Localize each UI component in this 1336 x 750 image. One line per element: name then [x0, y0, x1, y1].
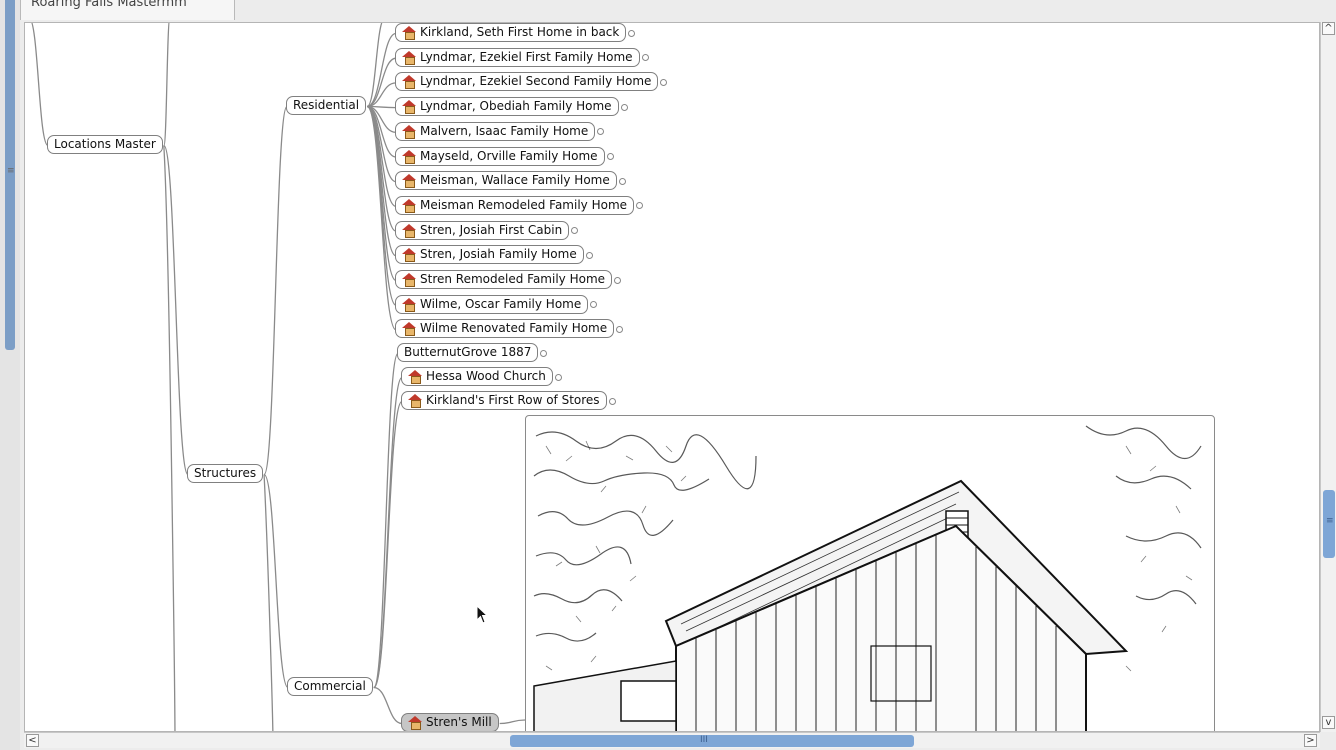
fold-circle-icon[interactable] — [628, 29, 636, 37]
fold-circle-icon[interactable] — [554, 373, 562, 381]
vertical-scroll-thumb[interactable]: ≡ — [1323, 490, 1335, 558]
fold-circle-icon[interactable] — [618, 177, 626, 185]
node-residential-item[interactable]: Mayseld, Orville Family Home — [395, 146, 605, 166]
fold-circle-icon[interactable] — [616, 325, 624, 333]
node-label: Stren, Josiah Family Home — [420, 247, 577, 262]
node-label: Lyndmar, Obediah Family Home — [420, 99, 612, 114]
split-grip-icon: ≡ — [7, 166, 15, 176]
barn-sketch-image — [533, 420, 1206, 731]
node-label: Residential — [293, 98, 360, 112]
node-label: Lyndmar, Ezekiel Second Family Home — [420, 74, 652, 89]
node-label: Hessa Wood Church — [426, 369, 546, 383]
house-icon — [402, 174, 416, 189]
vertical-scrollbar[interactable]: ^ ≡ v — [1320, 22, 1336, 732]
node-residential-item[interactable]: Stren Remodeled Family Home — [395, 270, 613, 289]
house-icon — [402, 149, 416, 164]
node-residential-item[interactable]: Kirkland, Seth First Home in back — [395, 23, 627, 42]
node-residential-item[interactable]: Wilme, Oscar Family Home — [395, 294, 589, 314]
fold-circle-icon[interactable] — [585, 251, 593, 259]
mouse-cursor-icon — [476, 605, 489, 624]
tab-title: Roaring Falls Mastermm — [31, 0, 187, 10]
house-icon — [402, 223, 416, 238]
node-label: Stren Remodeled Family Home — [420, 272, 606, 286]
scroll-left-button[interactable]: < — [26, 734, 39, 747]
chevron-up-icon: ^ — [1324, 23, 1333, 34]
barn-image-node[interactable] — [525, 415, 1215, 731]
node-label: Locations Master — [54, 137, 156, 151]
horizontal-scroll-thumb[interactable]: III — [510, 735, 914, 747]
fold-circle-icon[interactable] — [608, 397, 616, 405]
horizontal-scrollbar[interactable]: < III > — [24, 732, 1320, 748]
scroll-right-button[interactable]: > — [1304, 734, 1317, 747]
node-label: Malvern, Isaac Family Home — [420, 123, 589, 138]
node-residential-item[interactable]: Lyndmar, Obediah Family Home — [395, 97, 619, 117]
node-structures[interactable]: Structures — [187, 464, 264, 483]
chevron-right-icon: > — [1306, 735, 1315, 746]
node-label: Meisman Remodeled Family Home — [420, 197, 628, 212]
node-residential-item[interactable]: Lyndmar, Ezekiel First Family Home — [395, 47, 640, 67]
node-residential-item[interactable]: Stren, Josiah First Cabin — [395, 220, 570, 240]
house-icon — [402, 100, 416, 115]
fold-circle-icon[interactable] — [540, 349, 548, 357]
fold-circle-icon[interactable] — [641, 54, 649, 62]
node-label: Wilme Renovated Family Home — [420, 321, 608, 336]
node-commercial-item[interactable]: Kirkland's First Row of Stores — [401, 391, 607, 410]
house-icon — [402, 26, 416, 40]
house-icon — [402, 198, 416, 213]
house-icon — [408, 394, 422, 408]
node-label: ButternutGrove 1887 — [404, 345, 532, 359]
node-label: Stren's Mill — [426, 715, 492, 729]
node-label: Meisman, Wallace Family Home — [420, 173, 610, 188]
node-label: Mayseld, Orville Family Home — [420, 148, 598, 163]
house-icon — [402, 322, 416, 337]
tab-mindmap[interactable]: Roaring Falls Mastermm — [20, 0, 235, 20]
node-commercial-item[interactable]: ButternutGrove 1887 — [397, 343, 539, 362]
node-strens-mill[interactable]: Stren's Mill — [401, 713, 499, 731]
scroll-down-button[interactable]: v — [1322, 716, 1335, 729]
node-residential-item[interactable]: Meisman, Wallace Family Home — [395, 171, 617, 191]
node-label: Stren, Josiah First Cabin — [420, 222, 563, 237]
grip-icon: ≡ — [1326, 516, 1334, 526]
node-commercial-item[interactable]: Hessa Wood Church — [401, 367, 553, 386]
fold-circle-icon[interactable] — [620, 103, 628, 111]
house-icon — [402, 124, 416, 139]
node-residential-item[interactable]: Lyndmar, Ezekiel Second Family Home — [395, 72, 659, 92]
node-residential-item[interactable]: Wilme Renovated Family Home — [395, 319, 615, 339]
node-residential-item[interactable]: Stren, Josiah Family Home — [395, 245, 584, 265]
node-residential[interactable]: Residential — [286, 96, 367, 115]
scroll-up-button[interactable]: ^ — [1322, 22, 1335, 35]
house-icon — [402, 297, 416, 312]
mindmap-canvas[interactable]: Locations Master Structures Residential … — [24, 22, 1320, 732]
chevron-down-icon: v — [1325, 717, 1332, 728]
house-icon — [408, 370, 422, 384]
house-icon — [402, 50, 416, 65]
fold-circle-icon[interactable] — [614, 276, 622, 284]
node-label: Wilme, Oscar Family Home — [420, 296, 582, 311]
node-residential-item[interactable]: Malvern, Isaac Family Home — [395, 121, 596, 141]
node-label: Commercial — [294, 679, 366, 693]
house-icon — [402, 75, 416, 90]
node-commercial[interactable]: Commercial — [287, 677, 373, 696]
node-label: Kirkland, Seth First Home in back — [420, 25, 620, 39]
node-residential-item[interactable]: Meisman Remodeled Family Home — [395, 195, 635, 215]
grip-icon: III — [700, 735, 708, 745]
house-icon — [408, 716, 422, 730]
house-icon — [402, 248, 416, 263]
node-label: Structures — [194, 466, 257, 480]
left-split-handle[interactable]: ≡ — [0, 0, 20, 750]
house-icon — [402, 273, 416, 287]
fold-circle-icon[interactable] — [606, 153, 614, 160]
node-label: Kirkland's First Row of Stores — [426, 393, 600, 407]
node-label: Lyndmar, Ezekiel First Family Home — [420, 49, 633, 64]
chevron-left-icon: < — [28, 735, 37, 746]
node-locations-master[interactable]: Locations Master — [47, 135, 163, 154]
